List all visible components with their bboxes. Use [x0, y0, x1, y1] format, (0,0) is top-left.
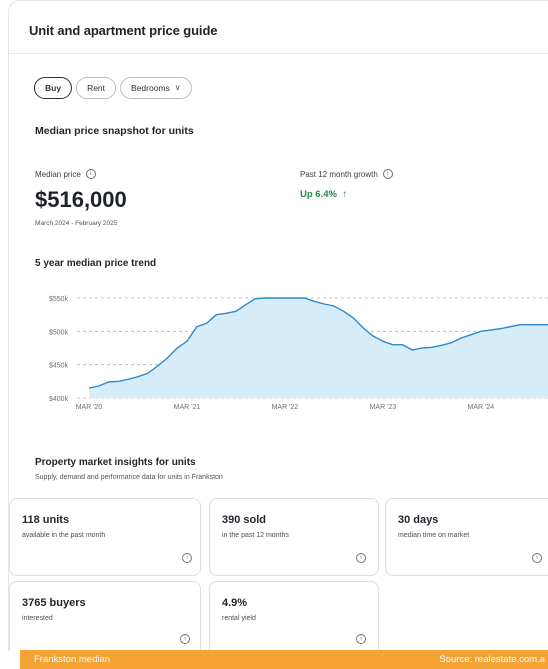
- x-tick-label: MAR '24: [468, 404, 495, 411]
- price-trend-chart: $550k $500k $450k $400k MAR '20 MAR '21 MAR '2…: [49, 296, 548, 411]
- info-icon[interactable]: i: [356, 634, 366, 644]
- median-date-range: March 2024 - February 2025: [35, 220, 118, 227]
- filter-buy[interactable]: Buy: [34, 77, 73, 99]
- insight-tile-units[interactable]: 118 units available in the past month i: [9, 498, 201, 576]
- filter-bedrooms-label: Bedrooms: [131, 83, 170, 93]
- info-icon[interactable]: i: [182, 553, 192, 563]
- median-price-value: $516,000: [35, 187, 127, 212]
- tile-caption: available in the past month: [22, 532, 106, 539]
- caption-source: Source: realestate.com.a: [439, 654, 545, 665]
- info-icon[interactable]: i: [85, 169, 96, 179]
- growth-value: Up 6.4% ↑: [300, 189, 347, 200]
- info-icon[interactable]: i: [356, 553, 366, 563]
- x-tick-label: MAR '22: [272, 404, 299, 411]
- y-tick-label: $500k: [49, 329, 69, 336]
- insights-subheading: Supply, demand and performance data for …: [35, 474, 223, 481]
- filter-rent-label: Rent: [87, 83, 106, 93]
- x-tick-label: MAR '23: [370, 404, 397, 411]
- info-icon[interactable]: i: [382, 169, 393, 179]
- tile-value: 390 sold: [222, 514, 267, 526]
- growth-label-text: Past 12 month growth: [300, 169, 378, 179]
- card-title: Unit and apartment price guide: [29, 23, 218, 38]
- filter-pills: Buy Rent Bedrooms ∨: [34, 77, 192, 99]
- median-price-label-text: Median price: [35, 169, 81, 179]
- tile-value: 3765 buyers: [22, 597, 86, 609]
- x-tick-label: MAR '20: [76, 404, 103, 411]
- insight-tile-buyers[interactable]: 3765 buyers interested i: [9, 581, 201, 651]
- insight-tile-sold[interactable]: 390 sold in the past 12 months i: [209, 498, 379, 576]
- image-caption-bar: Frankston median Source: realestate.com.…: [20, 650, 548, 669]
- filter-bedrooms[interactable]: Bedrooms ∨: [120, 77, 192, 99]
- info-icon[interactable]: i: [532, 553, 542, 563]
- x-tick-label: MAR '21: [174, 404, 201, 411]
- price-guide-card: Unit and apartment price guide Buy Rent …: [8, 0, 548, 651]
- median-price-label: Median price i: [35, 169, 96, 179]
- trend-heading: 5 year median price trend: [35, 258, 157, 269]
- filter-rent[interactable]: Rent: [76, 77, 117, 99]
- filter-buy-label: Buy: [45, 83, 62, 93]
- insight-tile-yield[interactable]: 4.9% rental yield i: [209, 581, 379, 651]
- tile-value: 118 units: [22, 514, 70, 526]
- y-tick-label: $400k: [49, 396, 69, 403]
- divider: [9, 53, 548, 54]
- info-icon[interactable]: i: [180, 634, 190, 644]
- growth-value-text: Up 6.4%: [300, 189, 337, 200]
- tile-caption: median time on market: [398, 532, 470, 539]
- insights-heading: Property market insights for units: [35, 457, 196, 468]
- trend-area: [89, 298, 548, 398]
- chevron-down-icon: ∨: [174, 83, 181, 92]
- tile-value: 30 days: [398, 514, 439, 526]
- y-tick-label: $450k: [49, 363, 69, 370]
- insight-tile-days[interactable]: 30 days median time on market i: [385, 498, 548, 576]
- caption-left: Frankston median: [34, 654, 111, 665]
- tile-caption: interested: [22, 615, 53, 622]
- y-tick-label: $550k: [49, 296, 69, 303]
- snapshot-heading: Median price snapshot for units: [35, 125, 194, 137]
- tile-value: 4.9%: [222, 597, 248, 609]
- tile-caption: rental yield: [222, 615, 256, 622]
- growth-label: Past 12 month growth i: [300, 169, 393, 179]
- tile-caption: in the past 12 months: [222, 532, 289, 539]
- arrow-up-icon: ↑: [342, 189, 347, 200]
